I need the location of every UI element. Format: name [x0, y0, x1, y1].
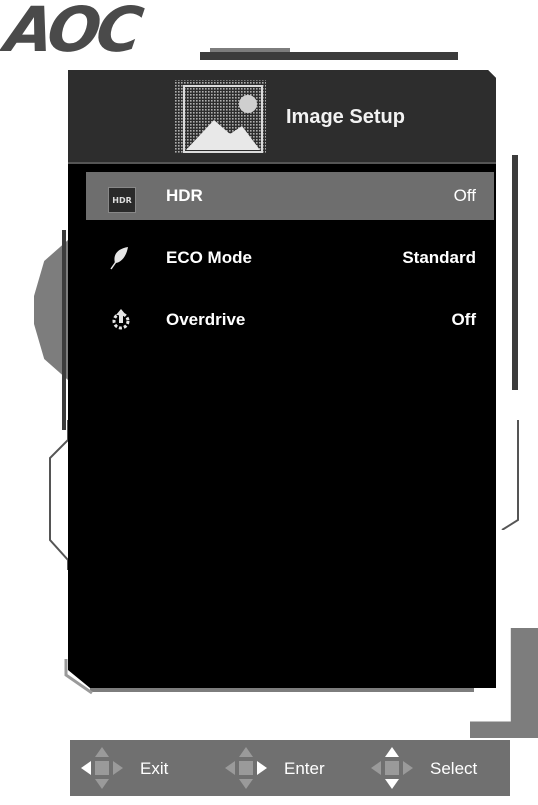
menu-row-eco-mode[interactable]: ECO Mode Standard: [86, 234, 494, 282]
image-setup-icon: [174, 80, 266, 154]
menu-row-value: Standard: [402, 248, 476, 267]
menu-row-value: Off: [451, 310, 476, 329]
overdrive-icon: [112, 309, 130, 330]
top-frame-bar-light: [210, 48, 290, 52]
nav-enter[interactable]: Enter: [220, 740, 360, 796]
dpad-left-icon: [81, 747, 123, 789]
right-frame-outline: [501, 420, 519, 530]
menu-row-value: Off: [453, 186, 476, 205]
nav-enter-label: Enter: [284, 759, 325, 778]
top-frame-bar: [200, 52, 458, 60]
osd-title: Image Setup: [286, 106, 405, 128]
osd-header: Image Setup: [68, 70, 496, 164]
menu-row-label: HDR: [166, 186, 203, 205]
leaf-icon: [110, 247, 128, 270]
aoc-logo: AOC: [0, 0, 144, 66]
dpad-up-down-icon: [371, 747, 413, 789]
hdr-icon: HDR: [108, 187, 136, 213]
menu-row-overdrive[interactable]: Overdrive Off: [86, 296, 494, 344]
osd-panel: Image Setup HDR HDR Off ECO Mode Standar…: [68, 70, 496, 688]
menu-row-hdr[interactable]: HDR HDR Off: [86, 172, 494, 220]
nav-select[interactable]: Select: [366, 740, 506, 796]
nav-exit-label: Exit: [140, 759, 169, 778]
dpad-right-icon: [225, 747, 267, 789]
nav-bar: Exit Enter Select: [70, 740, 510, 796]
nav-select-label: Select: [430, 759, 478, 778]
right-frame-bar-top: [512, 155, 518, 390]
left-frame-line: [62, 230, 66, 430]
menu-row-label: Overdrive: [166, 310, 246, 329]
nav-exit[interactable]: Exit: [76, 740, 216, 796]
menu-row-label: ECO Mode: [166, 248, 252, 267]
